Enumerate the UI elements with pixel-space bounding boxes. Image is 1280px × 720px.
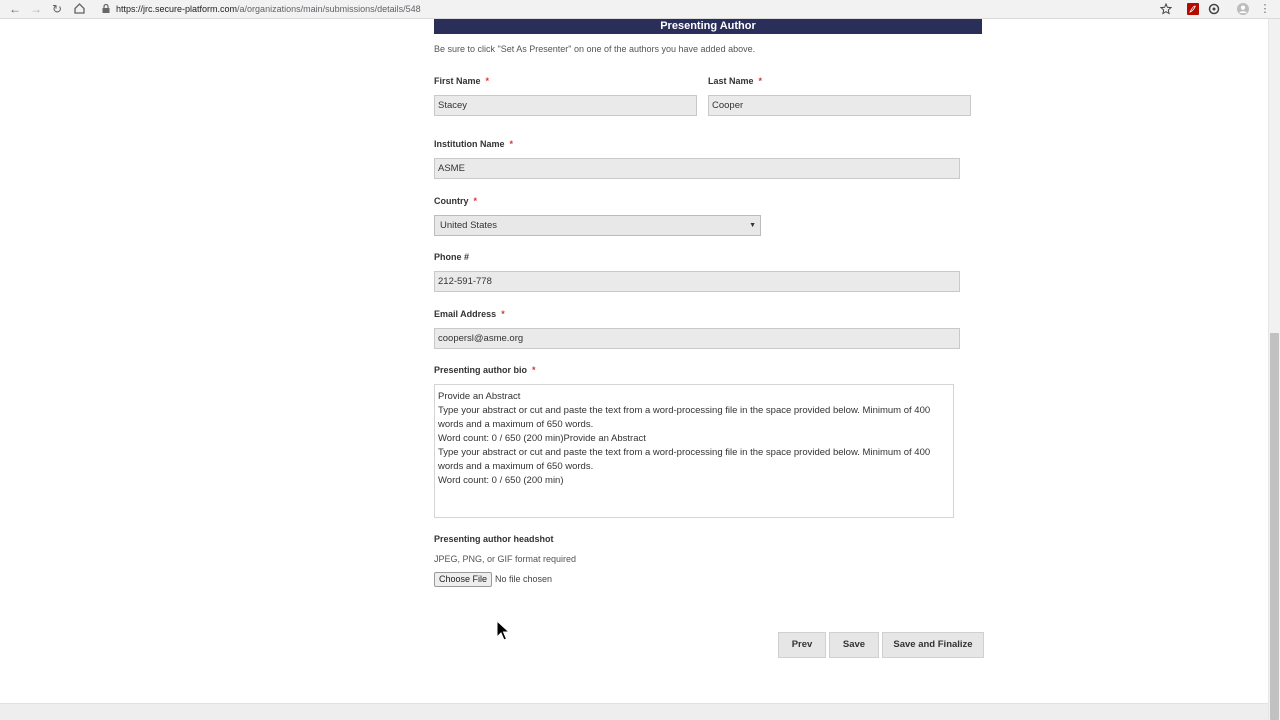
lock-icon	[102, 4, 110, 13]
bio-textarea[interactable]: Provide an Abstract Type your abstract o…	[434, 384, 954, 518]
pdf-extension-icon[interactable]	[1187, 3, 1199, 15]
scrollbar-thumb[interactable]	[1270, 333, 1279, 720]
reload-icon[interactable]: ↻	[50, 2, 64, 16]
url-text: https://jrc.secure-platform.com/a/organi…	[116, 4, 421, 14]
required-marker: *	[532, 365, 536, 375]
last-name-field[interactable]: Cooper	[708, 95, 971, 116]
institution-field[interactable]: ASME	[434, 158, 960, 179]
mouse-cursor-icon	[496, 620, 510, 641]
back-arrow-icon[interactable]: ←	[8, 2, 22, 16]
bookmark-star-icon[interactable]	[1160, 3, 1172, 15]
presenter-note: Be sure to click "Set As Presenter" on o…	[434, 44, 756, 54]
dropdown-arrow-icon: ▼	[749, 222, 756, 229]
section-header: Presenting Author	[434, 19, 982, 34]
save-button[interactable]: Save	[829, 632, 879, 658]
extension-circle-icon[interactable]	[1208, 3, 1220, 15]
menu-kebab-icon[interactable]: ⋮	[1258, 2, 1272, 16]
bio-label: Presenting author bio *	[434, 365, 536, 375]
email-field[interactable]: coopersl@asme.org	[434, 328, 960, 349]
last-name-label: Last Name *	[708, 76, 763, 86]
country-label: Country *	[434, 196, 478, 206]
country-selected-value: United States	[440, 220, 498, 231]
prev-button[interactable]: Prev	[778, 632, 826, 658]
home-icon[interactable]	[72, 2, 86, 16]
headshot-format-help: JPEG, PNG, or GIF format required	[434, 554, 577, 564]
required-marker: *	[473, 196, 478, 206]
first-name-label: First Name *	[434, 76, 490, 86]
required-marker: *	[501, 309, 505, 319]
required-marker: *	[509, 139, 514, 149]
choose-file-button[interactable]: Choose File	[434, 572, 492, 587]
required-marker: *	[485, 76, 490, 86]
phone-field[interactable]: 212-591-778	[434, 271, 960, 292]
first-name-field[interactable]: Stacey	[434, 95, 697, 116]
headshot-label: Presenting author headshot	[434, 534, 554, 544]
institution-label: Institution Name *	[434, 139, 514, 149]
browser-toolbar: ← → ↻ https://jrc.secure-platform.com/a/…	[0, 0, 1280, 19]
phone-label: Phone #	[434, 252, 470, 262]
email-label: Email Address *	[434, 309, 505, 319]
page-footer-strip	[0, 703, 1268, 720]
save-and-finalize-button[interactable]: Save and Finalize	[882, 632, 984, 658]
profile-avatar-icon[interactable]	[1237, 3, 1249, 15]
forward-arrow-icon[interactable]: →	[29, 2, 43, 16]
file-status-text: No file chosen	[495, 574, 553, 584]
required-marker: *	[758, 76, 763, 86]
country-select[interactable]: United States ▼	[434, 215, 761, 236]
